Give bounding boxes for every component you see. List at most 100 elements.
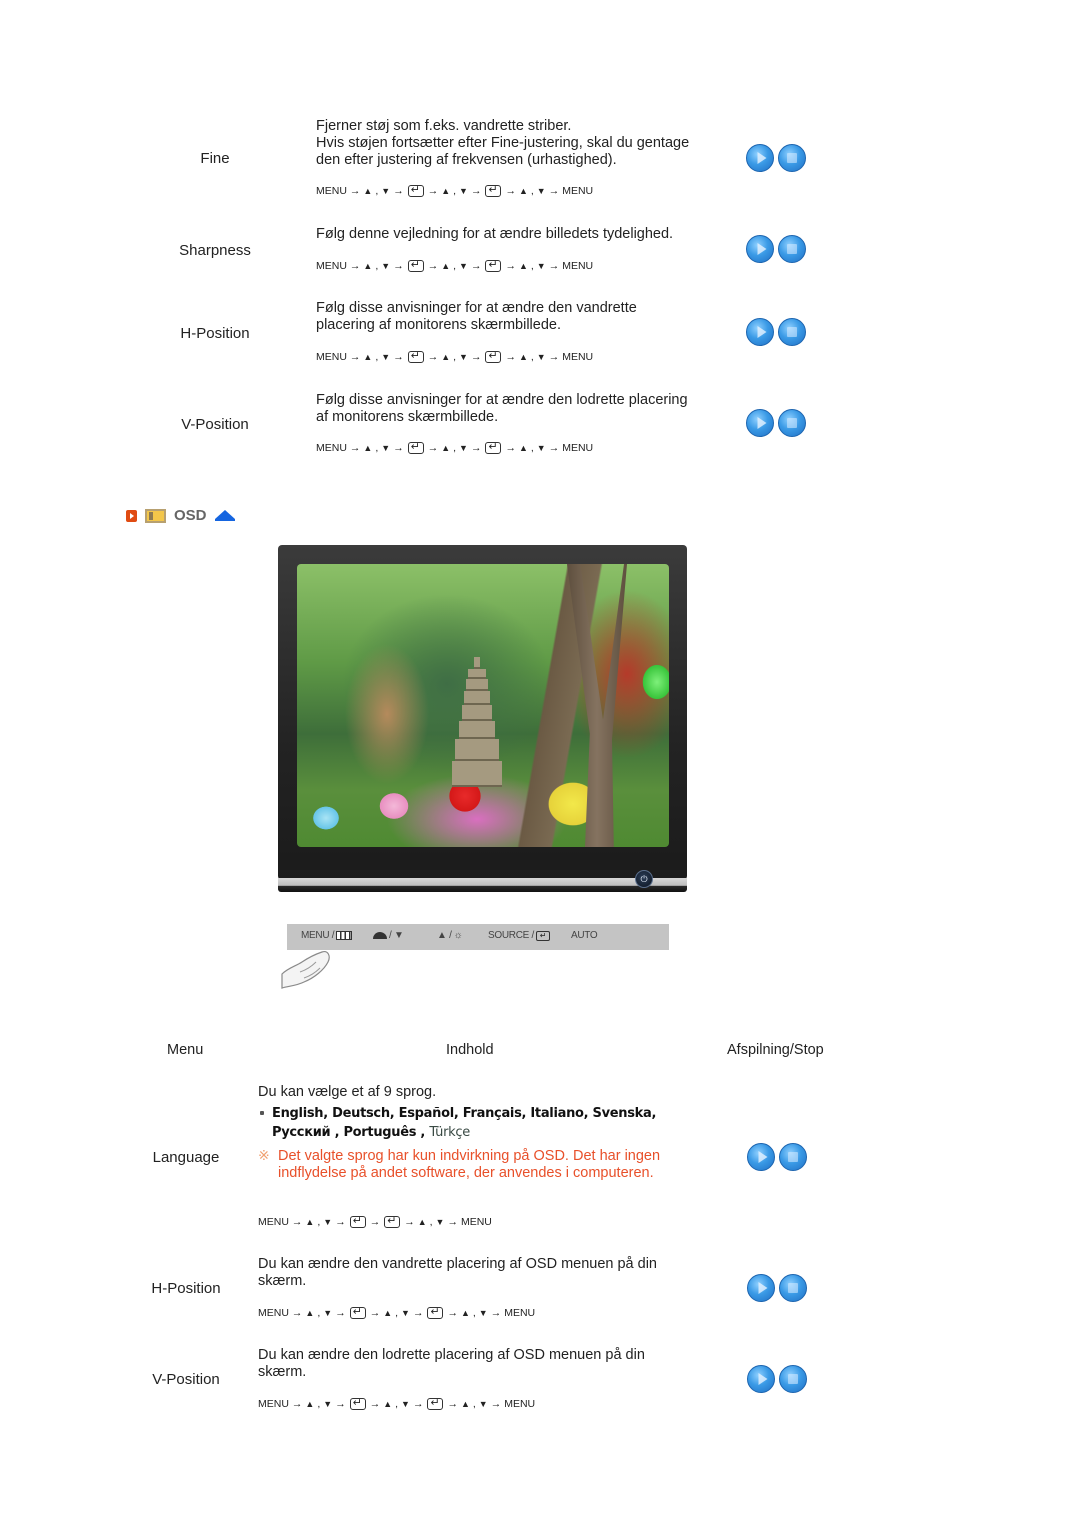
- up-arrow-icon[interactable]: [214, 510, 235, 521]
- enter-key-icon: [485, 349, 502, 363]
- up-triangle-icon: ▲: [518, 261, 528, 271]
- play-button[interactable]: [746, 409, 774, 437]
- play-icon: [758, 1373, 768, 1385]
- sequence-token: MENU: [504, 1307, 536, 1319]
- play-button[interactable]: [746, 318, 774, 346]
- auto-key[interactable]: AUTO: [571, 930, 598, 941]
- play-icon: [757, 243, 767, 255]
- stop-icon: [788, 1152, 798, 1162]
- arrow-right-icon: →: [393, 351, 404, 363]
- stop-icon: [787, 418, 797, 428]
- enter-key-icon: [349, 1396, 366, 1410]
- list-bullet: [260, 1110, 264, 1115]
- row-label: H-Position: [180, 325, 250, 342]
- menu-key[interactable]: MENU /: [301, 930, 353, 941]
- pagoda-shape: [452, 657, 502, 802]
- brightness-icon: ☼: [453, 930, 463, 941]
- menu-grid-icon: [336, 931, 353, 940]
- enter-key-icon: [349, 1305, 366, 1319]
- section-title: OSD: [174, 507, 207, 524]
- arrow-right-icon: →: [393, 442, 404, 454]
- down-triangle-icon: ▼: [381, 186, 391, 196]
- arrow-right-icon: →: [349, 351, 361, 363]
- column-header-play-stop: Afspilning/Stop: [727, 1042, 824, 1058]
- key-sequence: MENU→▲,▼→→▲,▼→→▲,▼→MENU: [316, 258, 594, 272]
- up-triangle-icon: ▲: [305, 1308, 315, 1318]
- down-triangle-icon: ▼: [459, 261, 468, 271]
- play-stop-controls: [746, 144, 806, 172]
- source-key[interactable]: SOURCE / ↵: [488, 930, 550, 941]
- up-triangle-icon: ▲: [363, 443, 373, 453]
- sequence-token: ,: [395, 1398, 399, 1410]
- sequence-token: ,: [375, 351, 379, 363]
- arrow-right-icon: →: [447, 1216, 458, 1228]
- sequence-token: ,: [375, 442, 379, 454]
- up-brightness-key[interactable]: ▲ / ☼: [437, 930, 463, 941]
- arrow-right-icon: →: [505, 442, 516, 454]
- play-button[interactable]: [746, 144, 774, 172]
- sequence-token: MENU: [562, 260, 594, 272]
- stop-button[interactable]: [778, 318, 806, 346]
- stop-icon: [787, 153, 797, 163]
- play-button[interactable]: [747, 1143, 775, 1171]
- sequence-token: MENU: [562, 185, 594, 197]
- power-button-icon[interactable]: ⏻: [635, 870, 653, 888]
- stop-button[interactable]: [778, 144, 806, 172]
- down-triangle-icon: ▼: [536, 261, 546, 271]
- down-triangle-icon: ▼: [323, 1217, 333, 1227]
- play-icon: [757, 152, 767, 164]
- play-icon: [757, 326, 767, 338]
- key-sequence: MENU→▲,▼→→▲,▼→→▲,▼→MENU: [316, 183, 594, 197]
- arrow-right-icon: →: [470, 185, 482, 197]
- up-triangle-icon: ▲: [441, 443, 451, 453]
- sequence-token: MENU: [504, 1398, 536, 1410]
- arrow-right-icon: →: [548, 442, 560, 454]
- play-button[interactable]: [747, 1365, 775, 1393]
- sequence-token: MENU: [562, 442, 594, 454]
- enter-key-icon: [485, 183, 502, 197]
- up-triangle-icon: ▲: [441, 186, 451, 196]
- sequence-token: ,: [317, 1307, 321, 1319]
- sequence-token: ,: [472, 1398, 476, 1410]
- down-triangle-icon: ▼: [401, 1308, 410, 1318]
- enter-key-icon: [407, 183, 424, 197]
- play-stop-controls: [747, 1143, 807, 1171]
- sequence-token: ,: [429, 1216, 433, 1228]
- sequence-token: ,: [530, 260, 534, 272]
- sequence-token: MENU: [316, 442, 347, 454]
- down-triangle-icon: ▼: [459, 186, 468, 196]
- stop-button[interactable]: [778, 235, 806, 263]
- row-description: Fjerner støj som f.eks. vandrette stribe…: [316, 118, 690, 168]
- up-triangle-icon: ▲: [363, 261, 373, 271]
- sequence-token: MENU: [316, 351, 347, 363]
- arrow-right-icon: →: [349, 185, 361, 197]
- play-icon: [757, 417, 767, 429]
- tree-trunk-shape: [567, 564, 627, 847]
- osd-menu-icon: [145, 508, 166, 523]
- play-button[interactable]: [746, 235, 774, 263]
- play-icon: [758, 1282, 768, 1294]
- stop-button[interactable]: [778, 409, 806, 437]
- down-key[interactable]: / ▼: [373, 930, 404, 941]
- arrow-right-icon: →: [335, 1216, 346, 1228]
- up-triangle-icon: ▲: [383, 1399, 393, 1409]
- enter-key-icon: [427, 1396, 444, 1410]
- stop-button[interactable]: [779, 1365, 807, 1393]
- language-note: ※ Det valgte sprog har kun indvirkning p…: [258, 1147, 661, 1181]
- stop-button[interactable]: [779, 1143, 807, 1171]
- play-stop-controls: [746, 409, 806, 437]
- stop-button[interactable]: [779, 1274, 807, 1302]
- sequence-token: MENU: [460, 1216, 492, 1228]
- row-label: V-Position: [181, 416, 249, 433]
- sequence-token: MENU: [562, 351, 594, 363]
- sequence-token: ,: [453, 185, 457, 197]
- stop-icon: [788, 1283, 798, 1293]
- sequence-token: ,: [317, 1398, 321, 1410]
- sequence-token: MENU: [258, 1307, 289, 1319]
- play-button[interactable]: [747, 1274, 775, 1302]
- arrow-right-icon: →: [412, 1398, 424, 1410]
- row-description: Følg disse anvisninger for at ændre den …: [316, 300, 637, 333]
- sequence-token: ,: [530, 185, 534, 197]
- arrow-right-icon: →: [505, 260, 516, 272]
- up-triangle-icon: ▲: [518, 186, 528, 196]
